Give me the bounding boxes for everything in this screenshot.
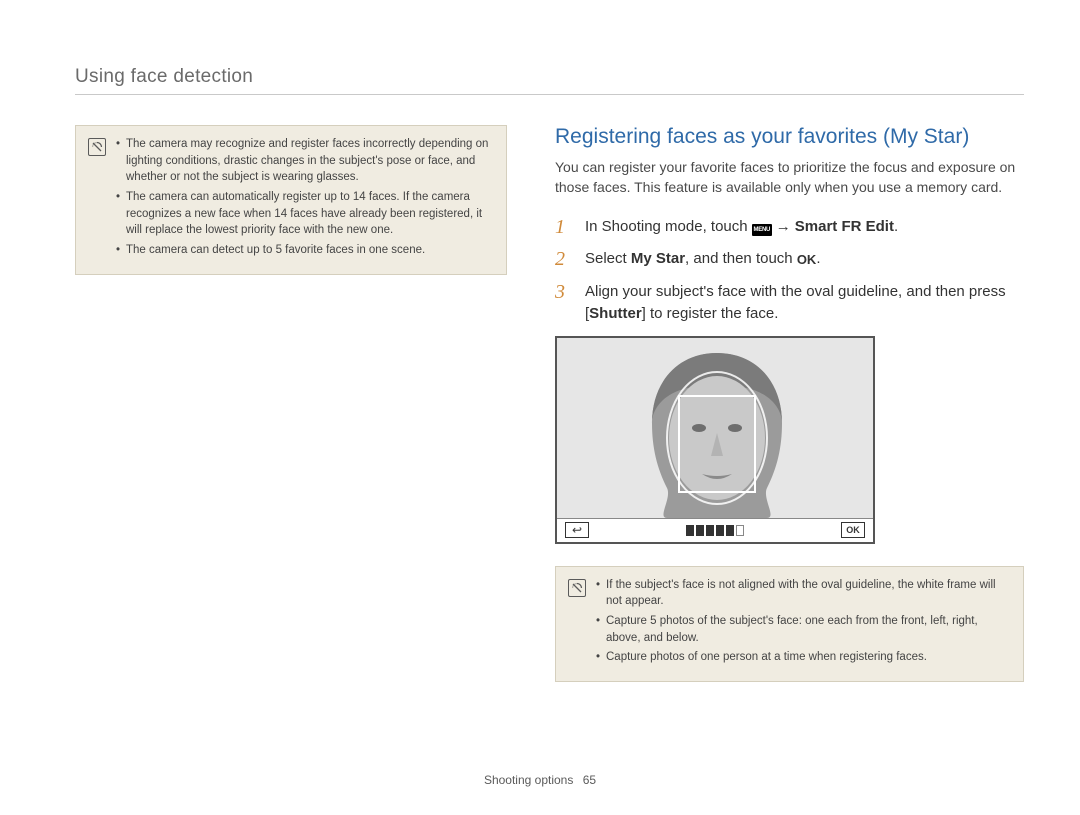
lcd-progress-indicator [686,525,744,536]
step-number: 2 [555,248,571,271]
step-item: 1 In Shooting mode, touch MENU →Smart FR … [555,216,1024,239]
note-icon [568,579,586,597]
section-title: Using face detection [75,66,1024,95]
step-text: , and then touch [685,250,797,267]
step-text: In Shooting mode, touch [585,218,752,235]
note-item: If the subject's face is not aligned wit… [596,577,1011,610]
step-bold: My Star [631,250,685,267]
step-body: Select My Star, and then touch OK. [585,248,1024,271]
right-column: Registering faces as your favorites (My … [555,125,1024,682]
note-icon [88,138,106,156]
left-column: The camera may recognize and register fa… [75,125,507,682]
step-item: 2 Select My Star, and then touch OK. [555,248,1024,271]
right-note-list: If the subject's face is not aligned wit… [596,577,1011,669]
content-columns: The camera may recognize and register fa… [75,125,1024,682]
steps-list: 1 In Shooting mode, touch MENU →Smart FR … [555,216,1024,326]
step-body: In Shooting mode, touch MENU →Smart FR Ed… [585,216,1024,239]
footer-label: Shooting options [484,773,573,787]
step-item: 3 Align your subject's face with the ova… [555,281,1024,326]
lcd-back-button[interactable]: ↩ [565,522,589,538]
right-note-box: If the subject's face is not aligned wit… [555,566,1024,682]
left-note-list: The camera may recognize and register fa… [116,136,494,262]
step-text: Select [585,250,631,267]
left-note-box: The camera may recognize and register fa… [75,125,507,275]
note-item: Capture photos of one person at a time w… [596,649,1011,666]
step-text: . [894,218,898,235]
step-bold: Shutter [589,305,642,322]
page-number: 65 [583,773,596,787]
note-item: The camera can automatically register up… [116,189,494,239]
menu-icon: MENU [752,224,772,236]
camera-lcd-preview: ↩ OK [555,336,875,544]
step-text: ] to register the face. [642,305,779,322]
ok-icon: OK [797,250,817,270]
topic-title: Registering faces as your favorites (My … [555,125,1024,149]
arrow-icon: → [776,218,791,235]
step-text: . [816,250,820,267]
step-body: Align your subject's face with the oval … [585,281,1024,326]
note-item: Capture 5 photos of the subject's face: … [596,613,1011,646]
note-item: The camera can detect up to 5 favorite f… [116,242,494,259]
lcd-face-view [557,338,873,518]
lcd-bottom-bar: ↩ OK [557,518,873,542]
page-footer: Shooting options 65 [0,773,1080,787]
topic-intro: You can register your favorite faces to … [555,157,1024,198]
step-bold: Smart FR Edit [795,218,894,235]
note-item: The camera may recognize and register fa… [116,136,494,186]
lcd-ok-button[interactable]: OK [841,522,865,538]
step-number: 1 [555,216,571,239]
step-number: 3 [555,281,571,326]
